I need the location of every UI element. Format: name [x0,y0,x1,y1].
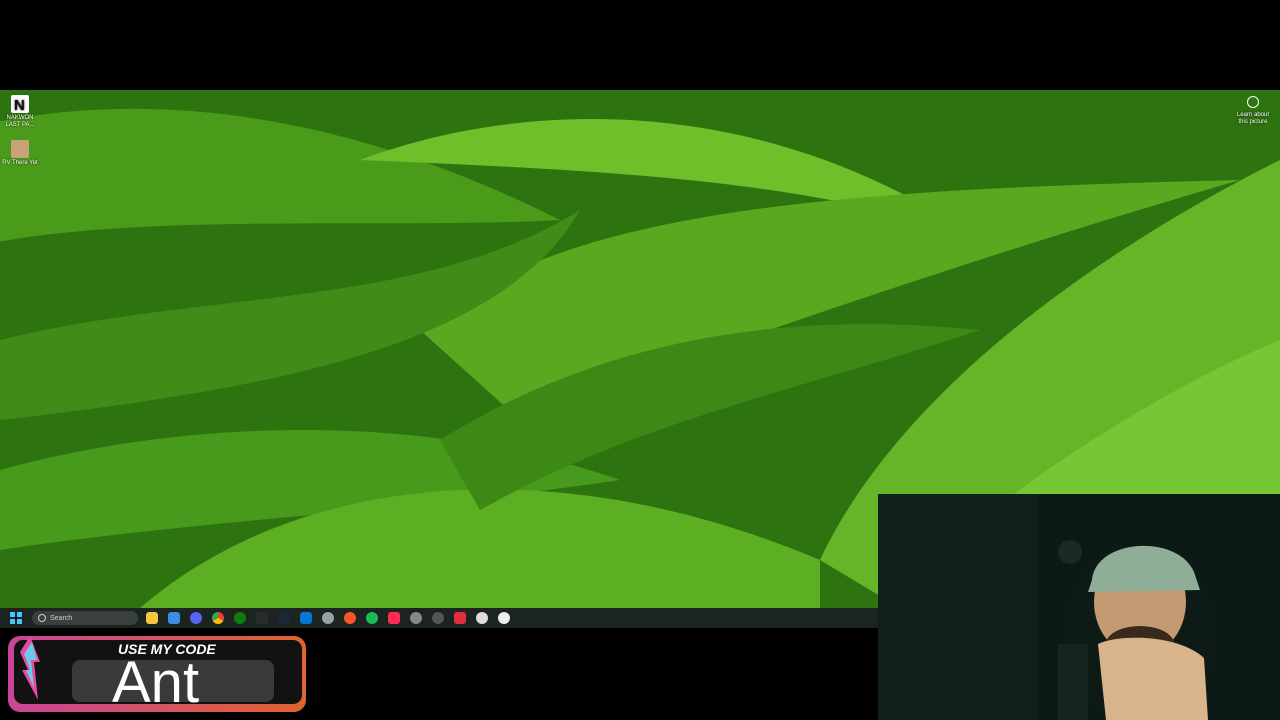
app-icon[interactable] [410,612,422,624]
spotify-icon[interactable] [366,612,378,624]
tiktok-icon[interactable] [388,612,400,624]
app-icon[interactable] [454,612,466,624]
camera-icon [1247,96,1259,108]
rv-game-icon [11,140,29,158]
desktop-icon-nakwon[interactable]: N NAKWON LAST PA... [0,95,40,129]
learn-about-label: Learn about this picture [1236,112,1270,125]
learn-about-picture[interactable]: Learn about this picture [1232,96,1274,126]
search-box[interactable]: Search [32,611,138,625]
obs-icon[interactable] [322,612,334,624]
webcam-feed [878,494,1280,720]
stream-overlay-area: USE MY CODE Ant [0,628,878,720]
app-icon[interactable] [432,612,444,624]
search-placeholder: Search [50,614,73,622]
taskbar: Search [0,608,878,628]
photos-icon[interactable] [168,612,180,624]
xbox-icon[interactable] [234,612,246,624]
steam-icon[interactable] [278,612,290,624]
desktop-icon-label: RV There Yet [2,160,38,166]
letterbox-top [0,0,1280,90]
brand-logo-icon [20,636,40,700]
app-icon[interactable] [498,612,510,624]
webcam-image [878,494,1280,720]
svg-text:N: N [14,97,25,113]
chrome-icon[interactable] [212,612,224,624]
taskbar-apps [146,612,520,624]
desktop-icon-rv[interactable]: RV There Yet [0,140,40,167]
discord-icon[interactable] [190,612,202,624]
creator-code: Ant [112,650,200,715]
settings-icon[interactable] [476,612,488,624]
desktop-icon-label: NAKWON LAST PA... [5,115,35,128]
windows-logo-icon [10,612,15,617]
search-icon [38,614,46,622]
file-explorer-icon[interactable] [146,612,158,624]
nakwon-game-icon: N [11,95,29,114]
brave-icon[interactable] [344,612,356,624]
app-icon[interactable] [300,612,312,624]
epic-games-icon[interactable] [256,612,268,624]
start-button[interactable] [10,612,22,624]
